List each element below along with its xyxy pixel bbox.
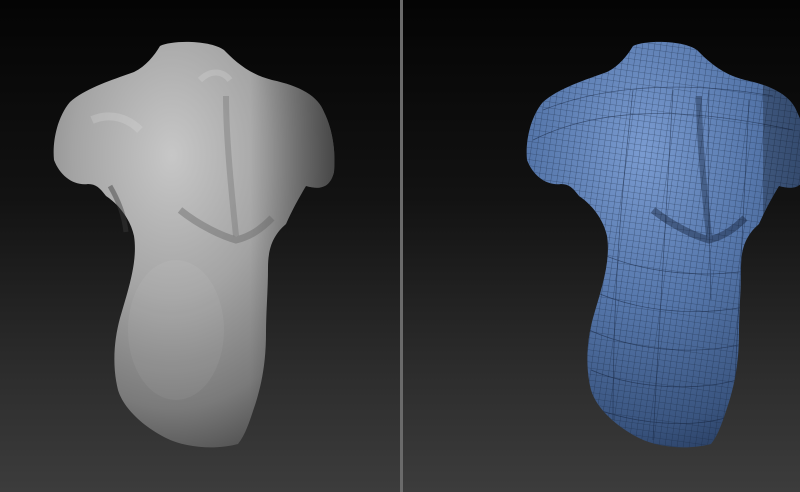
torso-wire-mesh <box>526 41 800 448</box>
wireframe-sculpt-viewport[interactable] <box>403 0 800 492</box>
wireframe-torso-render <box>526 41 800 448</box>
dual-viewport-stage <box>0 0 800 492</box>
solid-sculpt-viewport[interactable] <box>0 0 400 492</box>
torso-mesh <box>53 41 335 448</box>
solid-torso-render <box>53 41 335 448</box>
